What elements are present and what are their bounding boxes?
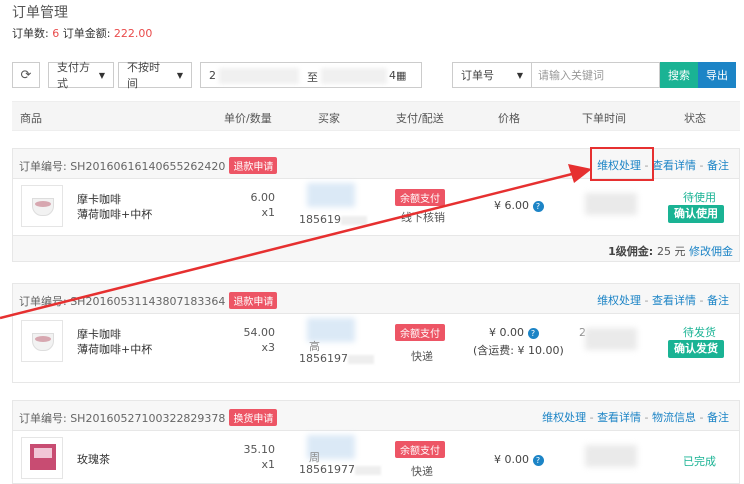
product-spec: 薄荷咖啡+中杯 bbox=[77, 343, 153, 356]
edit-commission-link[interactable]: 修改佣金 bbox=[689, 245, 733, 258]
caret-down-icon: ▼ bbox=[516, 70, 523, 80]
redacted-time bbox=[585, 445, 637, 467]
tea-box-image bbox=[30, 444, 56, 470]
refresh-button[interactable]: ⟳ bbox=[12, 62, 40, 88]
shipping-method: 快递 bbox=[411, 465, 433, 478]
coffee-cup-image bbox=[32, 198, 54, 216]
order-header: 订单编号: SH20160531143807183364 退款申请 维权处理 - … bbox=[13, 284, 739, 314]
commission-value: 25 元 bbox=[657, 245, 686, 258]
order-price: ¥ 0.00 ? bbox=[494, 453, 544, 466]
order-row: 摩卡咖啡 薄荷咖啡+中杯 6.00 x1 185619 余额支付 线下核销 ¥ … bbox=[13, 179, 739, 235]
dispute-link[interactable]: 维权处理 bbox=[542, 411, 586, 424]
product-spec: 薄荷咖啡+中杯 bbox=[77, 208, 153, 221]
order-status: 待发货 bbox=[683, 326, 716, 339]
buyer-phone: 1856197 bbox=[299, 352, 374, 365]
help-icon[interactable]: ? bbox=[527, 327, 539, 339]
order-row: 摩卡咖啡 薄荷咖啡+中杯 54.00 x3 高 1856197 余额支付 快递 … bbox=[13, 314, 739, 370]
unit-price: 35.10 bbox=[243, 443, 276, 456]
order-amount: 222.00 bbox=[113, 27, 153, 40]
remark-link[interactable]: 备注 bbox=[707, 159, 729, 172]
order-header: 订单编号: SH20160527100322829378 换货申请 维权处理 - … bbox=[13, 401, 739, 431]
remark-link[interactable]: 备注 bbox=[707, 294, 729, 307]
redacted-date bbox=[219, 68, 299, 84]
logistics-link[interactable]: 物流信息 bbox=[652, 411, 696, 424]
unit-price: 6.00 bbox=[250, 191, 276, 204]
remark-link[interactable]: 备注 bbox=[707, 411, 729, 424]
payment-tag: 余额支付 bbox=[395, 324, 445, 341]
export-button[interactable]: 导出 bbox=[698, 62, 736, 88]
help-icon[interactable]: ? bbox=[532, 454, 544, 466]
annotation-highlight-box bbox=[590, 147, 654, 181]
quantity: x1 bbox=[261, 206, 275, 219]
product-thumbnail[interactable] bbox=[21, 437, 63, 479]
dispute-link[interactable]: 维权处理 bbox=[597, 294, 641, 307]
order-status: 已完成 bbox=[683, 455, 716, 468]
coffee-cup-image bbox=[32, 333, 54, 351]
table-header: 商品 单价/数量 买家 支付/配送 价格 下单时间 状态 bbox=[12, 101, 740, 131]
order-footer: 1级佣金: 25 元 修改佣金 bbox=[13, 235, 739, 261]
confirm-use-button[interactable]: 确认使用 bbox=[668, 205, 724, 223]
view-detail-link[interactable]: 查看详情 bbox=[652, 159, 696, 172]
order-price: ¥ 6.00 ? bbox=[494, 199, 544, 212]
payment-method-select[interactable]: 支付方式 ▼ bbox=[48, 61, 114, 90]
payment-tag: 余额支付 bbox=[395, 189, 445, 206]
redacted-buyer bbox=[307, 183, 355, 207]
search-input[interactable]: 请输入关键词 bbox=[532, 62, 660, 88]
product-name[interactable]: 摩卡咖啡 bbox=[77, 326, 121, 342]
caret-down-icon: ▼ bbox=[98, 70, 105, 80]
shipping-method: 快递 bbox=[411, 350, 433, 363]
redacted-date bbox=[321, 68, 387, 84]
order-status: 待使用 bbox=[683, 191, 716, 204]
order-card: 订单编号: SH20160527100322829378 换货申请 维权处理 - … bbox=[12, 400, 740, 484]
search-field-select[interactable]: 订单号 ▼ bbox=[452, 62, 532, 88]
order-row: 玫瑰茶 35.10 x1 周 18561977 余额支付 快递 ¥ 0.00 ?… bbox=[13, 431, 739, 484]
buyer-phone: 185619 bbox=[299, 213, 367, 226]
product-name[interactable]: 玫瑰茶 bbox=[77, 451, 110, 467]
order-card: 订单编号: SH20160531143807183364 退款申请 维权处理 - … bbox=[12, 283, 740, 383]
order-number: SH20160616140655262420 bbox=[70, 160, 226, 173]
quantity: x3 bbox=[261, 341, 275, 354]
refund-badge: 退款申请 bbox=[229, 157, 278, 174]
refund-badge: 退款申请 bbox=[229, 292, 278, 309]
view-detail-link[interactable]: 查看详情 bbox=[597, 411, 641, 424]
product-thumbnail[interactable] bbox=[21, 185, 63, 227]
confirm-ship-button[interactable]: 确认发货 bbox=[668, 340, 724, 358]
refresh-icon: ⟳ bbox=[20, 67, 32, 83]
search-button[interactable]: 搜索 bbox=[660, 62, 698, 88]
product-name[interactable]: 摩卡咖啡 bbox=[77, 191, 121, 207]
help-icon[interactable]: ? bbox=[532, 200, 544, 212]
order-number: SH20160527100322829378 bbox=[70, 412, 226, 425]
shipping-method: 线下核销 bbox=[401, 211, 445, 224]
view-detail-link[interactable]: 查看详情 bbox=[652, 294, 696, 307]
redacted-time bbox=[585, 328, 637, 350]
shipping-fee-note: (含运费: ¥ 10.00) bbox=[473, 344, 564, 357]
payment-tag: 余额支付 bbox=[395, 441, 445, 458]
redacted-time bbox=[585, 193, 637, 215]
product-thumbnail[interactable] bbox=[21, 320, 63, 362]
page-title: 订单管理 bbox=[12, 5, 68, 21]
caret-down-icon: ▼ bbox=[176, 70, 183, 80]
time-filter-select[interactable]: 不按时间 ▼ bbox=[118, 61, 192, 90]
order-number: SH20160531143807183364 bbox=[70, 295, 226, 308]
order-price: ¥ 0.00 ? bbox=[489, 326, 539, 339]
order-summary: 订单数: 6 订单金额: 222.00 bbox=[12, 27, 153, 40]
exchange-badge: 换货申请 bbox=[229, 409, 278, 426]
calendar-icon: ▦ bbox=[396, 69, 407, 82]
filter-bar: ⟳ 支付方式 ▼ 不按时间 ▼ 2 至 4▦ 订单号 ▼ 请输入关键词 搜索 导出 bbox=[12, 61, 736, 90]
quantity: x1 bbox=[261, 458, 275, 471]
date-range-input[interactable]: 2 至 4▦ bbox=[200, 62, 422, 88]
buyer-phone: 18561977 bbox=[299, 463, 381, 476]
unit-price: 54.00 bbox=[243, 326, 276, 339]
